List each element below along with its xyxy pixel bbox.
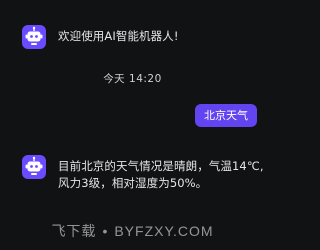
robot-icon [25, 156, 43, 175]
bot-reply-line-2: 风力3级，相对湿度为50%。 [58, 176, 208, 190]
bot-reply-line-1: 目前北京的天气情况是晴朗，气温14℃, [58, 159, 264, 173]
bot-avatar-reply [22, 155, 46, 179]
watermark: 飞下载 • BYFZXY.COM [0, 212, 265, 250]
robot-icon [25, 26, 43, 45]
bot-avatar [22, 25, 46, 49]
chat-timestamp: 今天 14:20 [103, 73, 162, 85]
watermark-dot: • [102, 223, 109, 239]
bot-reply-message: 目前北京的天气情况是晴朗，气温14℃, 风力3级，相对湿度为50%。 [58, 158, 264, 192]
bot-welcome-message: 欢迎使用AI智能机器人! [58, 29, 179, 43]
user-message-text: 北京天气 [204, 109, 248, 122]
watermark-left: 飞下载 [51, 223, 97, 239]
user-message-bubble[interactable]: 北京天气 [195, 104, 257, 127]
watermark-right: BYFZXY.COM [114, 223, 214, 239]
